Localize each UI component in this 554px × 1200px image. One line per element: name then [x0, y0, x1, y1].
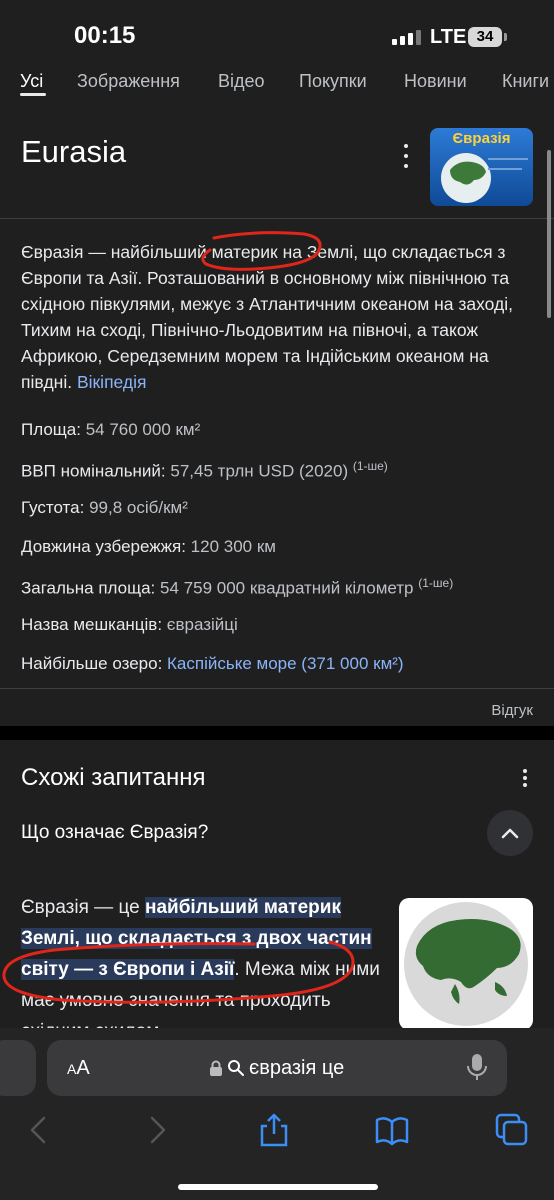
tab-shopping[interactable]: Покупки	[299, 71, 367, 92]
chevron-up-icon	[501, 828, 519, 839]
more-options-icon[interactable]	[523, 769, 527, 787]
scrollbar[interactable]	[547, 150, 551, 318]
forward-icon[interactable]	[140, 1112, 176, 1148]
lock-icon	[210, 1060, 222, 1076]
fact-label: Загальна площа:	[21, 578, 156, 598]
wikipedia-link[interactable]: Вікіпедія	[77, 372, 147, 392]
answer-prefix: Євразія — це	[21, 897, 145, 918]
tab-all[interactable]: Усі	[20, 71, 43, 92]
fact-label: Найбільше озеро:	[21, 654, 163, 673]
fact-value: 57,45 трлн USD (2020)	[170, 461, 349, 481]
globe-map-icon	[404, 902, 528, 1026]
fact-value: 54 760 000 км²	[85, 420, 201, 439]
browser-toolbar: AAAA євразія це	[0, 1028, 554, 1200]
tab-images[interactable]: Зображення	[77, 71, 180, 92]
search-icon	[228, 1060, 244, 1076]
paa-title: Схожі запитання	[21, 764, 206, 791]
caspian-sea-link[interactable]: Каспійське море (371 000 км²)	[167, 654, 404, 673]
home-indicator	[178, 1184, 378, 1190]
people-also-ask: Схожі запитання Що означає Євразія? Євра…	[0, 740, 554, 1042]
divider	[0, 688, 554, 689]
battery-tip	[504, 33, 507, 41]
fact-rank: (1-ше)	[352, 459, 388, 473]
fact-density: Густота: 99,8 осіб/км²	[21, 498, 541, 537]
status-bar: 00:15 LTE 34	[0, 0, 554, 70]
search-tabs: Усі Зображення Відео Покупки Новини Книг…	[0, 70, 554, 96]
address-bar[interactable]: AAAA євразія це	[47, 1040, 507, 1096]
fact-value: 120 300 км	[190, 537, 276, 556]
tab-video[interactable]: Відео	[218, 71, 265, 92]
share-icon[interactable]	[256, 1112, 292, 1148]
fact-coastline: Довжина узбережжя: 120 300 км	[21, 537, 541, 576]
knowledge-panel: Eurasia Євразія Євразія — найбільший мат…	[0, 96, 554, 726]
battery-icon: 34	[468, 27, 502, 47]
kp-description-text: Євразія — найбільший материк на Землі, щ…	[21, 242, 513, 392]
answer-image[interactable]	[399, 898, 533, 1030]
fact-label[interactable]: ВВП номінальний:	[21, 462, 166, 481]
fact-gdp: ВВП номінальний: 57,45 трлн USD (2020) (…	[21, 459, 541, 498]
address-text: євразія це	[249, 1057, 345, 1079]
back-icon[interactable]	[22, 1112, 58, 1148]
paa-question[interactable]: Що означає Євразія?	[21, 822, 208, 844]
more-options-icon[interactable]	[396, 144, 416, 168]
fact-rank: (1-ше)	[418, 576, 454, 590]
cellular-signal-icon	[392, 30, 421, 45]
tabs-icon[interactable]	[494, 1112, 530, 1148]
previous-tab-preview[interactable]	[0, 1040, 36, 1096]
tab-news[interactable]: Новини	[404, 71, 467, 92]
fact-value: євразійці	[166, 615, 238, 634]
collapse-button[interactable]	[487, 810, 533, 856]
feedback-link[interactable]: Відгук	[491, 702, 533, 719]
clock: 00:15	[74, 22, 136, 49]
reader-aa-button[interactable]: AAAA	[67, 1057, 90, 1080]
fact-label: Густота:	[21, 498, 85, 517]
kp-thumbnail[interactable]: Євразія	[430, 128, 533, 206]
bookmarks-icon[interactable]	[374, 1112, 410, 1148]
fact-demonym: Назва мешканців: євразійці	[21, 615, 541, 654]
paa-answer: Євразія — це найбільший материк Землі, щ…	[21, 892, 383, 1047]
fact-value: 99,8 осіб/км²	[89, 498, 188, 517]
tab-books[interactable]: Книги	[502, 71, 549, 92]
fact-label: Довжина узбережжя:	[21, 537, 186, 556]
fact-total-area: Загальна площа: 54 759 000 квадратний кі…	[21, 576, 541, 615]
kp-thumbnail-label: Євразія	[452, 130, 511, 147]
fact-value: 54 759 000 квадратний кілометр	[160, 578, 414, 598]
kp-title: Eurasia	[21, 134, 127, 169]
kp-description: Євразія — найбільший материк на Землі, щ…	[21, 239, 541, 395]
network-type: LTE	[430, 26, 467, 48]
fact-area: Площа: 54 760 000 км²	[21, 420, 541, 459]
divider	[0, 218, 554, 219]
microphone-icon[interactable]	[465, 1052, 489, 1084]
fact-label: Назва мешканців:	[21, 615, 163, 634]
kp-facts: Площа: 54 760 000 км² ВВП номінальний: 5…	[21, 420, 541, 693]
fact-label: Площа:	[21, 420, 81, 439]
